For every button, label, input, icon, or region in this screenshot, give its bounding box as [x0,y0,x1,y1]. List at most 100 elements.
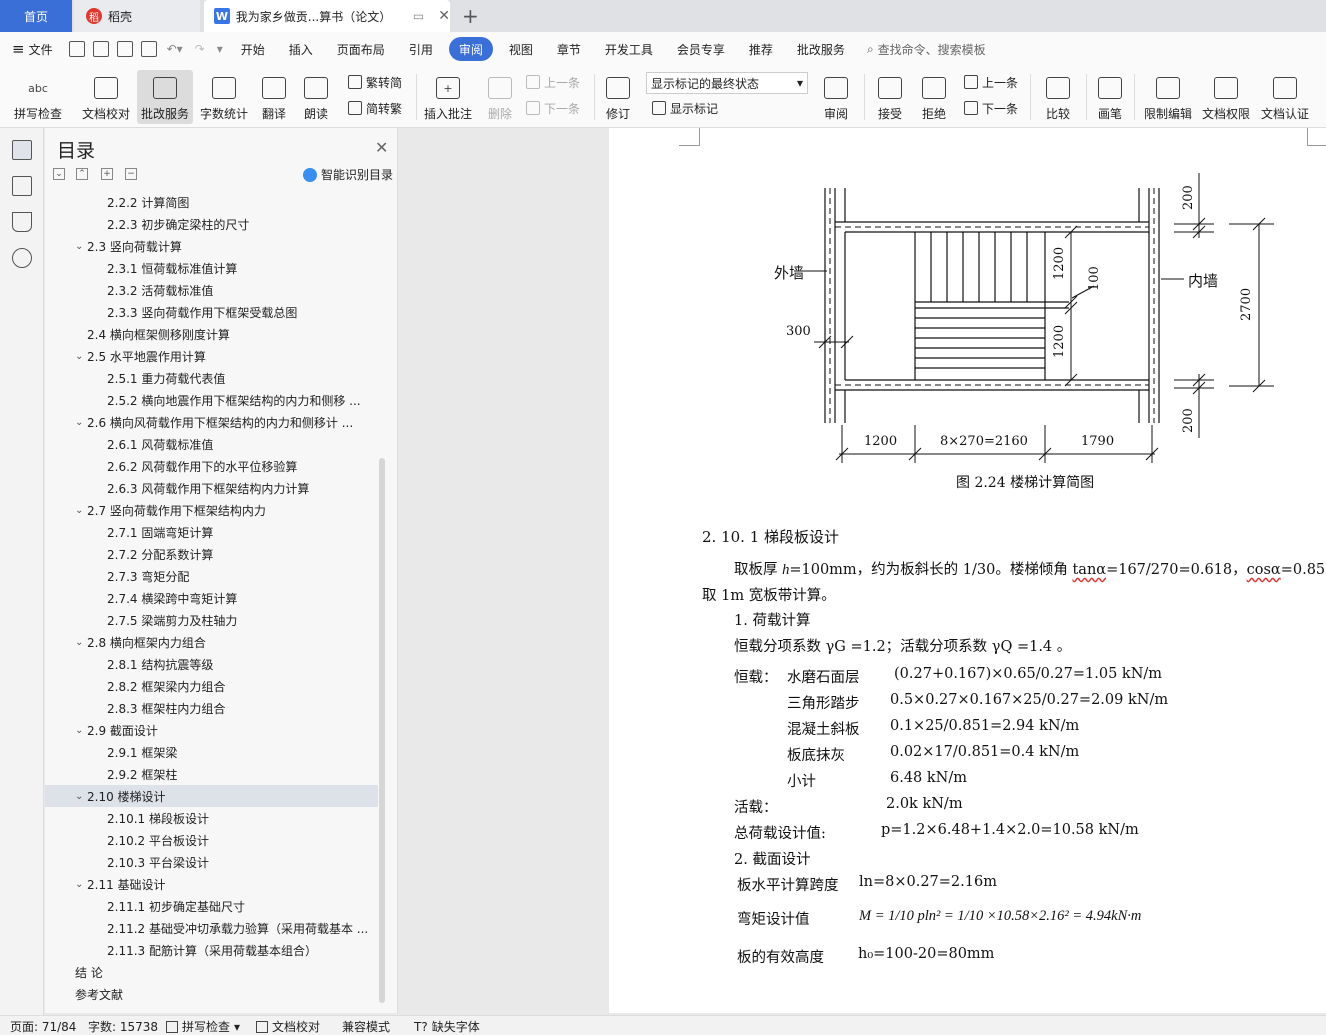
redo-icon[interactable]: ↷ [195,42,205,56]
toc-item[interactable]: 2.11.1 初步确定基础尺寸 [45,895,378,917]
next-change-button[interactable]: 下一条 [964,98,1018,118]
status-proofread[interactable]: 文档校对 [256,1018,320,1035]
toc-item[interactable]: 2.7.1 固端弯矩计算 [45,521,378,543]
toc-item[interactable]: ⌄ 2.3 竖向荷载计算 [45,235,378,257]
toc-item[interactable]: ⌄ 2.9 截面设计 [45,719,378,741]
toc-item[interactable]: ⌄ 2.7 竖向荷载作用下框架结构内力 [45,499,378,521]
simp-to-trad-button[interactable]: 简转繁 [348,98,402,118]
toc-item[interactable]: 2.5.1 重力荷载代表值 [45,367,378,389]
spell-check-button[interactable]: abc 拼写检查 [8,70,68,124]
toc-item[interactable]: 2.7.3 弯矩分配 [45,565,378,587]
pin-icon[interactable]: ▭ [413,9,424,23]
toc-item[interactable]: 2.10.1 梯段板设计 [45,807,378,829]
toc-item[interactable]: 2.8.2 框架梁内力组合 [45,675,378,697]
next-comment-button[interactable]: 下一条 [526,98,580,118]
toc-item[interactable]: 2.5.2 横向地震作用下框架结构的内力和侧移 ... [45,389,378,411]
toc-item[interactable]: ⌄ 2.8 横向框架内力组合 [45,631,378,653]
new-tab-icon[interactable]: + [462,0,479,32]
toc-item[interactable]: 2.2.2 计算简图 [45,191,378,213]
toc-item[interactable]: ⌄ 2.5 水平地震作用计算 [45,345,378,367]
toc-item[interactable]: 2.4 横向框架侧移刚度计算 [45,323,378,345]
chevron-down-icon[interactable]: ⌄ [75,241,87,252]
markup-state-select[interactable]: 显示标记的最终状态 ▾ [646,72,808,94]
print-icon[interactable] [116,41,133,57]
toc-item[interactable]: 2.8.1 结构抗震等级 [45,653,378,675]
toc-item[interactable]: ⌄ 2.11 基础设计 [45,873,378,895]
toc-panel-icon[interactable] [12,140,32,160]
undo-icon[interactable]: ↶▾ [167,42,183,56]
delete-comment-button[interactable]: 删除 [480,70,520,124]
command-search[interactable]: ⌕ 查找命令、搜索模板 [867,41,986,58]
toc-item[interactable]: 2.11.2 基础受冲切承载力验算（采用荷载基本 ... [45,917,378,939]
toc-item[interactable]: 参考文献 [45,983,378,1005]
export-pdf-icon[interactable] [92,41,109,57]
toc-item[interactable]: ⌄ 2.6 横向风荷载作用下框架结构的内力和侧移计 ... [45,411,378,433]
page-indicator[interactable]: 页面: 71/84 [10,1018,76,1035]
close-tab-icon[interactable]: ✕ [438,8,450,24]
menu-recommend[interactable]: 推荐 [737,37,785,61]
toc-item[interactable]: ⌄ 2.10 楼梯设计 [45,785,378,807]
proofread-button[interactable]: 文档校对 [78,70,134,124]
chevron-down-icon[interactable]: ⌄ [75,791,87,802]
smart-toc-button[interactable]: 智能识别目录 [303,166,393,183]
toc-item[interactable]: 2.10.3 平台梁设计 [45,851,378,873]
tab-document[interactable]: W 我为家乡做贡...算书（论文） ▭ ✕ [204,0,450,32]
menu-reference[interactable]: 引用 [397,37,445,61]
toc-item[interactable]: 2.10.2 平台板设计 [45,829,378,851]
show-markup-button[interactable]: 显示标记 [652,98,718,118]
toc-item[interactable]: 2.6.2 风荷载作用下的水平位移验算 [45,455,378,477]
menu-developer[interactable]: 开发工具 [593,37,665,61]
add-heading-icon[interactable]: + [101,168,113,180]
menu-insert[interactable]: 插入 [277,37,325,61]
toc-item[interactable]: 2.3.1 恒荷载标准值计算 [45,257,378,279]
menu-review[interactable]: 审阅 [448,37,493,61]
toc-item[interactable]: 2.3.2 活荷载标准值 [45,279,378,301]
close-icon[interactable]: ✕ [375,138,388,157]
chevron-down-icon[interactable]: ⌄ [75,879,87,890]
track-changes-button[interactable]: 修订 [598,70,638,124]
quick-access-dropdown-icon[interactable]: ▾ [217,42,223,56]
chapter-nav-icon[interactable] [12,176,32,196]
menu-layout[interactable]: 页面布局 [325,37,397,61]
collapse-all-icon[interactable]: ⌄ [53,168,65,180]
prev-change-button[interactable]: 上一条 [964,72,1018,92]
tab-home[interactable]: 首页 [0,0,72,32]
toc-item[interactable]: 2.7.4 横梁跨中弯矩计算 [45,587,378,609]
translate-button[interactable]: 翻译 [254,70,294,124]
tab-daoke[interactable]: 稻稻壳 [74,0,200,32]
bookmark-icon[interactable] [12,212,32,232]
doc-permission-button[interactable]: 文档权限 [1200,70,1252,124]
toc-scrollbar[interactable] [379,458,385,1003]
toc-item[interactable]: 2.7.5 梁端剪力及柱轴力 [45,609,378,631]
word-count-button[interactable]: 字数统计 [196,70,252,124]
toc-item[interactable]: 结 论 [45,961,378,983]
chevron-down-icon[interactable]: ⌄ [75,505,87,516]
toc-item[interactable]: 2.2.3 初步确定梁柱的尺寸 [45,213,378,235]
toc-item[interactable]: 2.7.2 分配系数计算 [45,543,378,565]
status-spell-check[interactable]: 拼写检查 ▾ [166,1018,240,1035]
expand-icon[interactable]: ⌃ [76,168,88,180]
menu-chapter[interactable]: 章节 [545,37,593,61]
save-icon[interactable] [68,41,85,57]
toc-item[interactable]: 2.6.1 风荷载标准值 [45,433,378,455]
word-count-indicator[interactable]: 字数: 15738 [88,1018,158,1035]
menu-start[interactable]: 开始 [229,37,277,61]
review-service-button[interactable]: 批改服务 [137,70,193,124]
chevron-down-icon[interactable]: ⌄ [75,637,87,648]
trad-to-simp-button[interactable]: 繁转简 [348,72,402,92]
menu-member[interactable]: 会员专享 [665,37,737,61]
compare-button[interactable]: 比较 [1036,70,1080,124]
chevron-down-icon[interactable]: ⌄ [75,417,87,428]
pen-button[interactable]: 画笔 [1092,70,1128,124]
doc-cert-button[interactable]: 文档认证 [1258,70,1312,124]
remove-heading-icon[interactable]: − [125,168,137,180]
reject-button[interactable]: 拒绝 [914,70,954,124]
file-menu[interactable]: ≡ 文件 [0,37,65,61]
toc-item[interactable]: 2.11.3 配筋计算（采用荷载基本组合） [45,939,378,961]
accept-button[interactable]: 接受 [870,70,910,124]
toc-item[interactable]: 2.9.2 框架柱 [45,763,378,785]
toc-item[interactable]: 2.6.3 风荷载作用下框架结构内力计算 [45,477,378,499]
document-page[interactable]: 外墙 内墙 300 200 200 1200 1200 100 2700 120… [609,128,1326,1013]
print-preview-icon[interactable] [140,41,157,57]
toc-item[interactable]: 2.3.3 竖向荷载作用下框架受载总图 [45,301,378,323]
